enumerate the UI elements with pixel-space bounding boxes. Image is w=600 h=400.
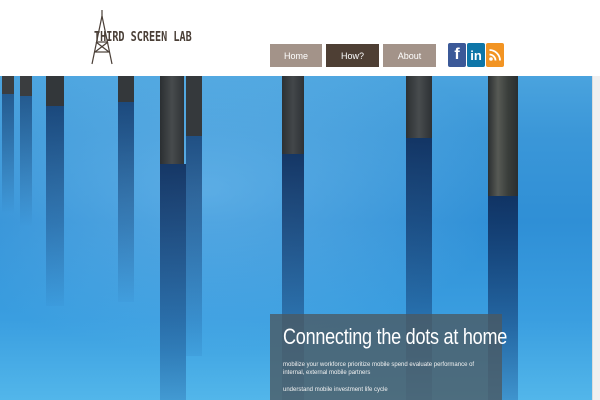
pier-post	[488, 76, 518, 196]
linkedin-icon[interactable]: in	[467, 43, 485, 67]
nav-home-button[interactable]: Home	[270, 44, 322, 67]
pier-post	[2, 76, 14, 94]
hero-image: Connecting the dots at home mobilize you…	[0, 76, 592, 400]
hero-caption: Connecting the dots at home mobilize you…	[270, 314, 507, 400]
rss-glyph	[489, 49, 501, 61]
page-scrollbar[interactable]	[592, 76, 600, 400]
post-reflection	[186, 136, 202, 356]
facebook-icon[interactable]: f	[448, 43, 466, 67]
pier-post	[186, 76, 202, 136]
post-reflection	[160, 164, 186, 400]
site-header: THIRD SCREEN LAB Home How? About f in	[0, 0, 600, 76]
pier-post	[20, 76, 32, 96]
pier-post	[46, 76, 64, 106]
post-reflection	[2, 94, 14, 214]
caption-description-2: understand mobile investment life cycle	[283, 387, 388, 393]
post-reflection	[46, 106, 64, 306]
caption-description: mobilize your workforce prioritize mobil…	[283, 362, 475, 376]
pier-post	[406, 76, 432, 138]
site-logo[interactable]: THIRD SCREEN LAB	[88, 6, 192, 68]
pier-post	[160, 76, 184, 164]
facebook-glyph: f	[454, 46, 460, 63]
pier-post	[282, 76, 304, 154]
pier-post	[118, 76, 134, 102]
nav-how-button[interactable]: How?	[326, 44, 379, 67]
post-reflection	[20, 96, 32, 226]
logo-text: THIRD SCREEN LAB	[94, 30, 192, 45]
post-reflection	[118, 102, 134, 302]
caption-title: Connecting the dots at home	[283, 324, 508, 349]
linkedin-glyph: in	[470, 47, 482, 63]
nav-about-button[interactable]: About	[383, 44, 436, 67]
rss-icon[interactable]	[486, 43, 504, 67]
